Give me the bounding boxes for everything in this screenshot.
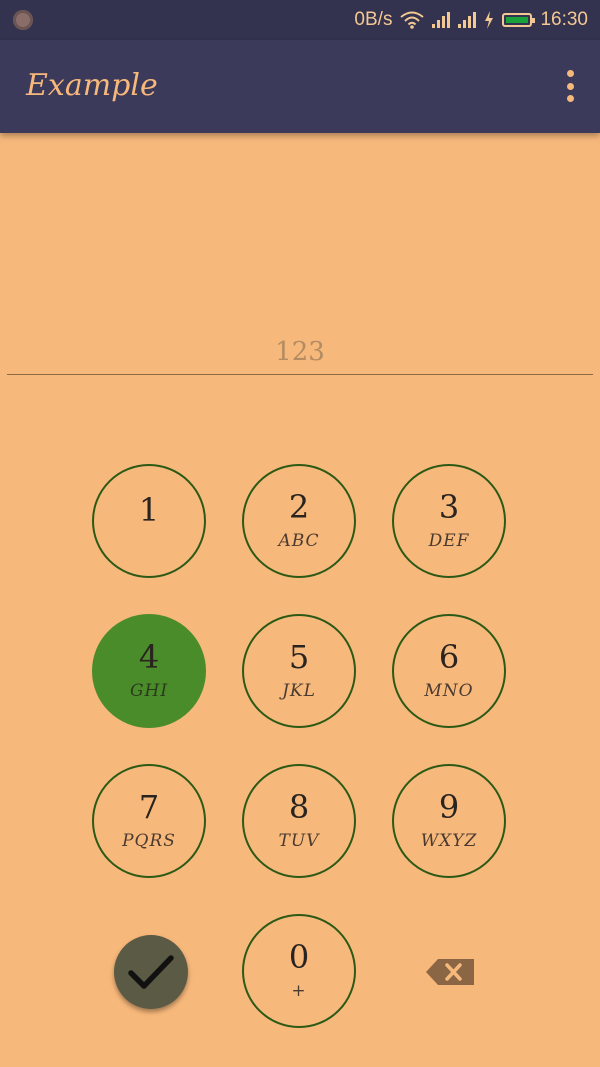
key-letters: DEF [428,531,470,551]
key-7[interactable]: 7 PQRS [92,764,206,878]
key-digit: 0 [288,938,310,976]
key-letters: WXYZ [420,831,478,851]
confirm-button[interactable] [114,935,188,1009]
more-vert-icon[interactable] [562,70,578,102]
key-digit: 1 [138,491,160,529]
key-3[interactable]: 3 DEF [392,464,506,578]
key-6[interactable]: 6 MNO [392,614,506,728]
battery-icon [502,13,536,27]
app-bar: Example [0,40,600,133]
backspace-button[interactable] [426,959,474,985]
key-digit: 5 [288,638,310,676]
key-letters: + [291,981,307,1001]
key-1[interactable]: 1 [92,464,206,578]
status-bar: 0B/s 16:30 [0,0,600,40]
key-5[interactable]: 5 JKL [242,614,356,728]
key-4[interactable]: 4 GHI [92,614,206,728]
key-9[interactable]: 9 WXYZ [392,764,506,878]
key-digit: 2 [288,488,310,526]
key-2[interactable]: 2 ABC [242,464,356,578]
key-digit: 3 [438,488,460,526]
key-letters: ABC [278,531,320,551]
backspace-icon [426,959,474,985]
check-icon [128,955,174,989]
key-letters: PQRS [122,831,176,851]
charging-icon [485,11,494,29]
key-letters: JKL [282,681,316,701]
status-icons: 0B/s 16:30 [354,0,588,40]
signal-icon [458,12,477,28]
key-digit: 9 [438,788,460,826]
key-digit: 8 [288,788,310,826]
app-title: Example [26,68,158,103]
key-0[interactable]: 0 + [242,914,356,1028]
key-letters: GHI [129,681,169,701]
wifi-icon [400,11,425,29]
phone-number-input[interactable] [7,330,593,375]
key-digit: 4 [138,638,160,676]
key-8[interactable]: 8 TUV [242,764,356,878]
clock: 16:30 [540,9,588,30]
key-digit: 6 [438,638,460,676]
key-digit: 7 [138,788,160,826]
key-letters: MNO [424,681,474,701]
notification-icon [13,10,33,30]
key-letters: TUV [278,831,320,851]
signal-icon [432,12,451,28]
net-speed: 0B/s [354,9,393,30]
